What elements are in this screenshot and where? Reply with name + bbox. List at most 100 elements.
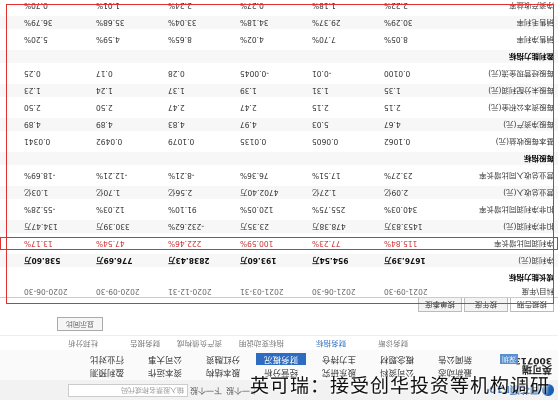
table-cell: 8.05% — [384, 35, 408, 44]
table-cell: 1.01% — [96, 1, 120, 10]
table-cell: 4.83 — [168, 120, 185, 129]
table-cell: 2.47 — [240, 103, 257, 112]
table-cell: 1.27亿 — [312, 188, 337, 197]
nav-item[interactable]: 概念题材 — [372, 353, 422, 365]
table-cell: 1.18% — [312, 1, 336, 10]
table-row: 每股资本公积金(元) 2.15 2.15 2.47 2.47 2.50 2.50 — [0, 101, 558, 114]
subnav-item[interactable]: 财务指标 — [316, 337, 346, 349]
table-cell: 0.70% — [24, 1, 48, 10]
column-header[interactable]: 2020-09-30 — [96, 285, 152, 298]
table-cell: 8.65% — [168, 35, 192, 44]
table-cell: 776.69万 — [96, 256, 133, 265]
subnav-item[interactable]: 杜邦分析 — [68, 337, 98, 349]
table-cell: 1.31 — [312, 86, 329, 95]
table-cell: 222.46% — [168, 239, 202, 248]
table-cell: 0.17 — [96, 69, 113, 78]
column-header[interactable]: 2021-09-30 — [384, 285, 440, 298]
table-cell: 0.0605 — [312, 137, 339, 146]
table-row: 营业总收入(元) 2.09亿 1.27亿 4702.40万 2.56亿 1.70亿 1.03… — [0, 186, 558, 199]
table-cell: 23.35万 — [240, 222, 269, 231]
table-row: 每股指标 — [0, 152, 558, 165]
row-label: 净利润同比增长率 — [494, 239, 554, 248]
column-header[interactable]: 2021-03-31 — [240, 285, 296, 298]
table-cell: 120.05% — [240, 205, 274, 214]
report-tab[interactable]: 按年度 — [464, 298, 508, 312]
table-cell: 1.23 — [24, 86, 41, 95]
table-cell: 4.97 — [240, 120, 257, 129]
table-row: 销售净利率 8.05% 7.70% 4.02% 8.65% 4.59% 5.20% — [0, 33, 558, 46]
table-cell: 1.24 — [96, 86, 113, 95]
table-header: 科目\年度 2021-09-30 2021-06-30 2021-03-31 2020-… — [0, 285, 558, 298]
nav-item[interactable]: 分红融资 — [198, 353, 248, 365]
table-cell: 23.27% — [384, 171, 413, 180]
table-cell: -232.62% — [168, 222, 205, 231]
table-cell: 2.22% — [384, 1, 408, 10]
nav-item[interactable]: 主力持仓 — [314, 353, 364, 365]
subnav-item[interactable]: 资产负债构成 — [177, 337, 222, 349]
nav-item[interactable]: 资本运作 — [140, 366, 190, 378]
header-label: 科目\年度 — [521, 287, 554, 296]
column-header[interactable]: 2020-06-30 — [24, 285, 80, 298]
nav-item[interactable]: 公司大事 — [140, 353, 190, 365]
report-tab[interactable]: 按报告期 — [510, 298, 554, 312]
table-cell: 134.47万 — [24, 222, 58, 231]
table-cell: 478.38万 — [312, 222, 346, 231]
table-cell: 4.59% — [96, 35, 120, 44]
table-cell: 4.67 — [384, 120, 401, 129]
table-row: 盈利能力指标 — [0, 50, 558, 63]
table-cell: 30.29% — [384, 18, 413, 27]
sub-nav: 财务诊断 财务指标 指标变动说明 资产负债构成 财务报告 杜邦分析 — [0, 335, 558, 350]
row-label: 营业总收入(元) — [503, 188, 554, 197]
table-cell: 0.0135 — [240, 137, 267, 146]
nav-item[interactable]: 新闻公告 — [430, 353, 480, 365]
table-row: 成长能力指标 — [0, 271, 558, 284]
row-label: 每股资本公积金(元) — [488, 103, 554, 112]
table-cell: 4702.40万 — [240, 188, 279, 197]
table-cell: 0.0100 — [384, 69, 411, 78]
market-badge: 深圳 — [500, 354, 518, 364]
screenshot-stage: 同花顺F10 上一个股 下一个股 输入股票名称或代码 英可瑞 300713 深圳… — [0, 0, 558, 400]
table-row: 每股净资产(元) 4.67 5.03 4.97 4.83 4.89 4.89 — [0, 118, 558, 131]
table-cell: 2.24% — [168, 1, 192, 10]
table-cell: 1676.39万 — [384, 256, 426, 265]
search-input[interactable]: 输入股票名称或代码 — [68, 384, 188, 397]
table-cell: 193.60万 — [240, 256, 277, 265]
column-header[interactable]: 2020-12-31 — [168, 285, 224, 298]
column-header[interactable]: 2021-06-30 — [312, 285, 368, 298]
table-row: 扣非净利润(元) 1453.83万 478.38万 23.35万 -232.62% 330… — [0, 220, 558, 233]
nav-item[interactable]: 财务概况 — [256, 353, 306, 365]
nav-item[interactable]: 行业对比 — [82, 353, 132, 365]
next-stock-button[interactable]: 下一个股 — [190, 383, 222, 397]
table-row: 每股经营现金流(元) 0.0100 -0.01 -0.0045 0.28 0.17 0.25 — [0, 67, 558, 80]
table-row: 销售毛利率 30.29% 29.37% 34.18% 33.04% 35.68% 36.79… — [0, 16, 558, 29]
table-cell: 36.79% — [24, 18, 53, 27]
section-heading: 每股指标 — [524, 154, 554, 163]
table-cell: 1.70亿 — [96, 188, 121, 197]
row-label: 销售毛利率 — [516, 18, 555, 27]
table-cell: 29.37% — [312, 18, 341, 27]
subnav-item[interactable]: 财务报告 — [130, 337, 160, 349]
table-cell: 0.1079 — [168, 137, 195, 146]
table-cell: 34.18% — [240, 18, 269, 27]
subnav-item[interactable]: 指标变动说明 — [239, 337, 284, 349]
subnav-item[interactable]: 财务诊断 — [378, 337, 408, 349]
row-label: 扣非净利润同比增长率 — [479, 205, 554, 214]
table-cell: -12.21% — [96, 171, 128, 180]
table-cell: 2.56亿 — [168, 188, 193, 197]
nav-item[interactable]: 盈利预测 — [82, 366, 132, 378]
table-cell: 12.03% — [96, 205, 125, 214]
table-cell: 538.60万 — [24, 256, 61, 265]
table-cell: 4.02% — [240, 35, 264, 44]
table-cell: 0.27% — [240, 1, 264, 10]
table-cell: 1.39 — [240, 86, 257, 95]
table-row: 扣非净利润同比增长率 340.03% 255.75% 120.05% 91.10% 12.… — [0, 203, 558, 216]
row-label: 每股净资产(元) — [503, 120, 554, 129]
nav-item[interactable]: 股本结构 — [198, 366, 248, 378]
table-cell: -0.01 — [312, 69, 332, 78]
table-cell: 33.04% — [168, 18, 197, 27]
table-cell: 1.03亿 — [24, 188, 49, 197]
report-tab[interactable]: 按单季度 — [418, 298, 462, 312]
table-cell: 2.09亿 — [384, 188, 409, 197]
table-cell: 340.03% — [384, 205, 418, 214]
show-yoy-toggle[interactable]: 显示同比 — [57, 317, 103, 331]
